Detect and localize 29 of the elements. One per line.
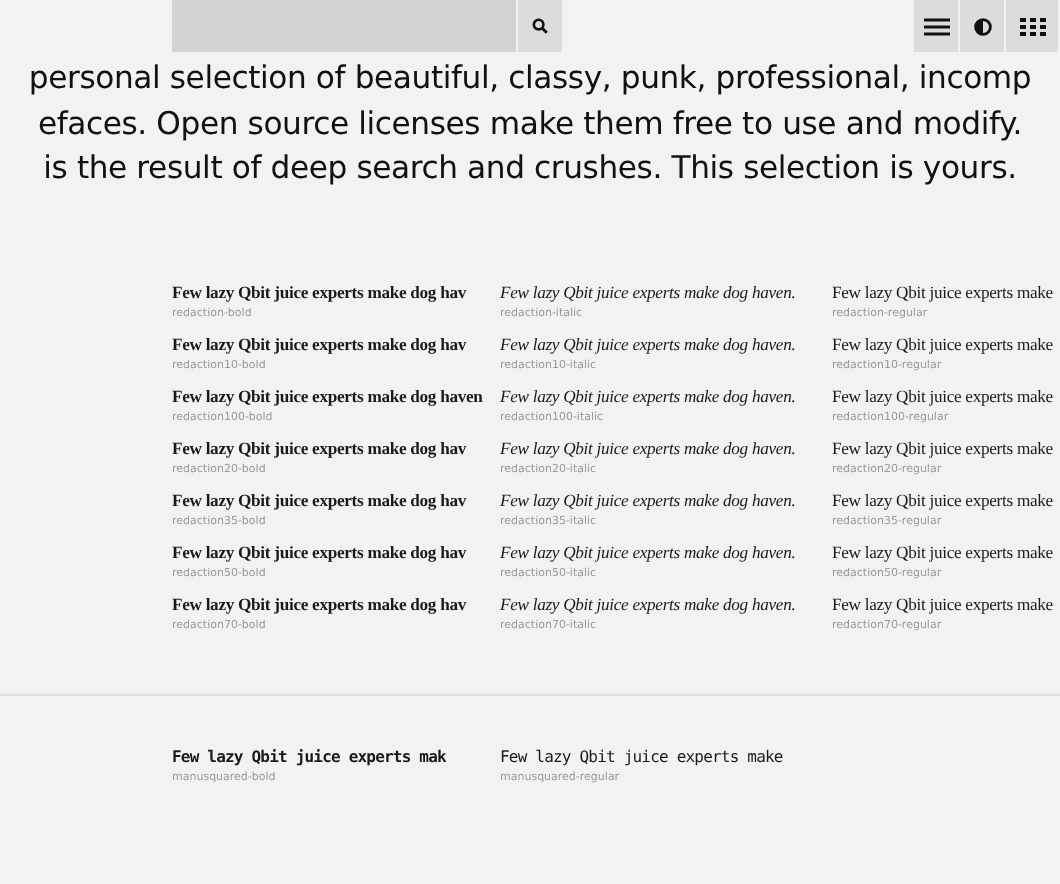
intro-text: efaces. Open source licenses make them free to use and modify. [37, 105, 1023, 142]
font-sample: Few lazy Qbit juice experts make dog haven. [500, 281, 798, 301]
font-sample: Few lazy Qbit juice experts make dog haven. [500, 489, 798, 509]
font-sample: Few lazy Qbit juice experts make [832, 437, 1055, 457]
font-sample: Few lazy Qbit juice experts make [500, 747, 785, 765]
font-sample: Few lazy Qbit juice experts mak [172, 747, 448, 765]
intro-text: is the result of deep search and crushes. This selection is yours. [43, 150, 1017, 187]
font-sample: Few lazy Qbit juice experts make [832, 281, 1055, 301]
font-sample: Few lazy Qbit juice experts make dog haven [172, 385, 485, 405]
font-sample: Few lazy Qbit juice experts make dog hav [172, 437, 469, 457]
intro-text: personal selection of beautiful, classy, punk, professional, incomp [28, 60, 1032, 97]
font-sample: Few lazy Qbit juice experts make dog hav [172, 593, 469, 613]
font-sample: Few lazy Qbit juice experts make dog hav [172, 489, 469, 509]
font-sample: Few lazy Qbit juice experts make [832, 385, 1055, 405]
search-field[interactable] [172, 0, 516, 52]
font-sample: Few lazy Qbit juice experts make [832, 593, 1055, 613]
font-sample: Few lazy Qbit juice experts make dog haven. [500, 541, 798, 561]
font-sample: Few lazy Qbit juice experts make [832, 541, 1055, 561]
font-sample: Few lazy Qbit juice experts make [832, 333, 1055, 353]
font-sample: Few lazy Qbit juice experts make dog haven. [500, 385, 798, 405]
font-sample: Few lazy Qbit juice experts make dog haven. [500, 593, 798, 613]
font-sample: Few lazy Qbit juice experts make [832, 489, 1055, 509]
search-icon [532, 18, 548, 34]
font-sample: Few lazy Qbit juice experts make dog hav [172, 541, 469, 561]
font-sample: Few lazy Qbit juice experts make dog hav [172, 333, 469, 353]
search-button[interactable] [518, 0, 562, 52]
font-sample: Few lazy Qbit juice experts make dog hav [172, 281, 469, 301]
font-sample: Few lazy Qbit juice experts make dog haven. [500, 437, 798, 457]
font-sample: Few lazy Qbit juice experts make dog haven. [500, 333, 798, 353]
